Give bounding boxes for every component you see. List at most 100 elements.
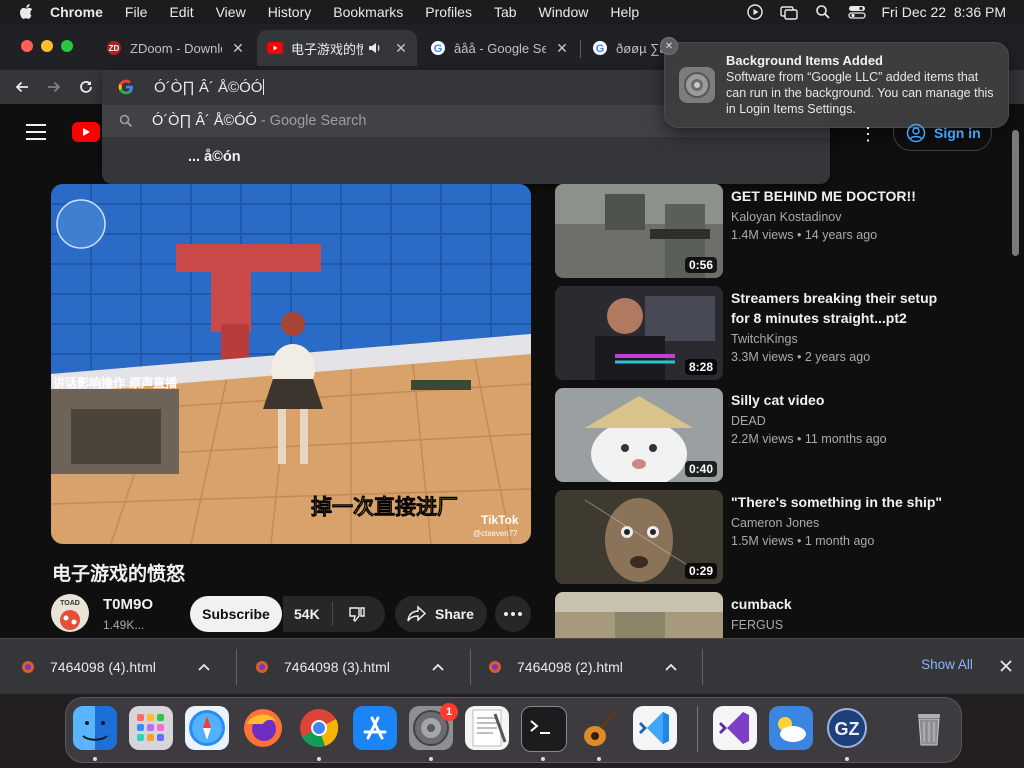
menu-bookmarks[interactable]: Bookmarks	[333, 4, 403, 20]
suggestion-secondary[interactable]: ... å©ón	[102, 141, 830, 173]
tab-youtube-video[interactable]: 电子游戏的愤 ✕	[257, 30, 417, 66]
menu-edit[interactable]: Edit	[169, 4, 193, 20]
video-thumbnail[interactable]	[555, 592, 723, 638]
menu-app-name[interactable]: Chrome	[50, 4, 103, 20]
close-shelf-icon[interactable]	[996, 656, 1016, 676]
weather-icon[interactable]	[769, 706, 813, 750]
running-indicator	[597, 757, 601, 761]
close-tab-icon[interactable]: ✕	[554, 40, 570, 56]
more-actions-icon[interactable]	[495, 596, 531, 632]
tab-google-search-2[interactable]: G ðøøµ ∑ã	[582, 30, 666, 66]
forward-arrow-icon[interactable]	[42, 75, 66, 99]
channel-name[interactable]: Cameron Jones	[731, 516, 819, 530]
screen-mirroring-icon[interactable]	[779, 3, 798, 21]
tab-google-search-1[interactable]: G âåå - Google Sea ✕	[420, 30, 578, 66]
subscribe-button[interactable]: Subscribe	[190, 596, 282, 632]
recommendation-item[interactable]: 0:40 Silly cat video DEAD 2.2M views • 1…	[555, 388, 995, 484]
firefox-icon[interactable]	[241, 706, 285, 750]
sign-in-label: Sign in	[934, 125, 981, 141]
youtube-logo-icon[interactable]	[72, 122, 100, 142]
channel-name[interactable]: T0M9O	[103, 596, 153, 613]
share-label: Share	[435, 606, 474, 622]
window-zoom-button[interactable]	[61, 40, 73, 52]
video-thumbnail[interactable]: 0:56	[555, 184, 723, 278]
video-meta: 1.5M views • 1 month ago	[731, 534, 875, 548]
settings-kebab-icon[interactable]: ⋮	[859, 124, 877, 144]
notification-badge: 1	[440, 703, 458, 721]
media-play-icon[interactable]	[746, 3, 764, 21]
video-thumbnail[interactable]: 0:29	[555, 490, 723, 584]
menu-bar: Chrome File Edit View History Bookmarks …	[0, 0, 1024, 24]
channel-name[interactable]: Kaloyan Kostadinov	[731, 210, 842, 224]
garageband-icon[interactable]	[577, 706, 621, 750]
video-title[interactable]: Silly cat video	[731, 390, 943, 410]
sign-in-button[interactable]: Sign in	[893, 115, 992, 151]
dislike-icon[interactable]	[347, 604, 367, 624]
video-title[interactable]: GET BEHIND ME DOCTOR!!	[731, 186, 943, 206]
visual-studio-icon[interactable]	[713, 706, 757, 750]
tab-zdoom[interactable]: ZD ZDoom - Downlo ✕	[96, 30, 254, 66]
youtube-favicon-icon	[267, 40, 283, 56]
dock-divider	[697, 706, 698, 752]
share-button[interactable]: Share	[395, 596, 487, 632]
video-title[interactable]: cumback	[731, 594, 943, 614]
apple-menu-icon[interactable]	[18, 4, 34, 20]
google-g-icon	[118, 79, 134, 95]
page-scrollbar[interactable]	[1012, 130, 1019, 256]
recommendation-item[interactable]: 0:56 GET BEHIND ME DOCTOR!! Kaloyan Kost…	[555, 184, 995, 280]
chevron-up-icon[interactable]	[663, 659, 679, 675]
vscode-icon[interactable]	[633, 706, 677, 750]
download-item[interactable]: 7464098 (4).html	[0, 639, 212, 695]
window-minimize-button[interactable]	[41, 40, 53, 52]
download-filename: 7464098 (4).html	[50, 659, 156, 675]
menu-help[interactable]: Help	[610, 4, 639, 20]
channel-name[interactable]: DEAD	[731, 414, 766, 428]
recommendation-item[interactable]: 8:28 Streamers breaking their setup for …	[555, 286, 995, 382]
window-close-button[interactable]	[21, 40, 33, 52]
menu-history[interactable]: History	[268, 4, 312, 20]
reload-icon[interactable]	[74, 75, 98, 99]
video-title[interactable]: Streamers breaking their setup for 8 min…	[731, 288, 943, 328]
chrome-icon[interactable]	[297, 706, 341, 750]
channel-name[interactable]: FERGUS	[731, 618, 783, 632]
like-count[interactable]: 54K	[294, 606, 320, 622]
menu-view[interactable]: View	[216, 4, 246, 20]
launchpad-icon[interactable]	[129, 706, 173, 750]
finder-icon[interactable]	[73, 706, 117, 750]
guide-menu-icon[interactable]	[26, 124, 46, 140]
recommendation-item[interactable]: 0:29 "There's something in the ship" Cam…	[555, 490, 995, 586]
menu-window[interactable]: Window	[539, 4, 589, 20]
tab-title: âåå - Google Sea	[454, 40, 546, 56]
system-settings-gear-icon	[679, 67, 715, 103]
back-arrow-icon[interactable]	[10, 75, 34, 99]
video-thumbnail[interactable]: 8:28	[555, 286, 723, 380]
close-tab-icon[interactable]: ✕	[230, 40, 246, 56]
menu-tab[interactable]: Tab	[494, 4, 517, 20]
control-center-icon[interactable]	[847, 3, 866, 21]
video-player[interactable]: 讲话影响操作 原声直播 掉一次直接进厂 TikTok @ctseven77	[51, 184, 531, 544]
spotlight-search-icon[interactable]	[814, 3, 832, 21]
chevron-up-icon[interactable]	[196, 659, 212, 675]
gzdoom-icon[interactable]: GZ	[825, 706, 869, 750]
download-item[interactable]: 7464098 (3).html	[234, 639, 446, 695]
channel-name[interactable]: TwitchKings	[731, 332, 798, 346]
menu-file[interactable]: File	[125, 4, 148, 20]
trash-icon[interactable]	[907, 706, 951, 750]
menu-profiles[interactable]: Profiles	[425, 4, 472, 20]
chevron-up-icon[interactable]	[430, 659, 446, 675]
close-tab-icon[interactable]: ✕	[393, 40, 409, 56]
terminal-icon[interactable]	[521, 706, 567, 752]
audio-playing-icon[interactable]	[367, 40, 383, 56]
video-thumbnail[interactable]: 0:40	[555, 388, 723, 482]
channel-avatar[interactable]: TOAD	[51, 594, 89, 632]
tab-title: 电子游戏的愤	[291, 41, 363, 57]
textedit-icon[interactable]	[465, 706, 509, 750]
app-store-icon[interactable]	[353, 706, 397, 750]
recommendation-item[interactable]: cumback FERGUS	[555, 592, 995, 638]
show-all-downloads-button[interactable]: Show All	[910, 648, 984, 680]
notification-close-icon[interactable]: ✕	[660, 37, 678, 55]
menubar-clock[interactable]: Fri Dec 22 8:36 PM	[882, 4, 1007, 20]
download-item[interactable]: 7464098 (2).html	[467, 639, 679, 695]
safari-icon[interactable]	[185, 706, 229, 750]
video-title[interactable]: "There's something in the ship"	[731, 492, 961, 512]
